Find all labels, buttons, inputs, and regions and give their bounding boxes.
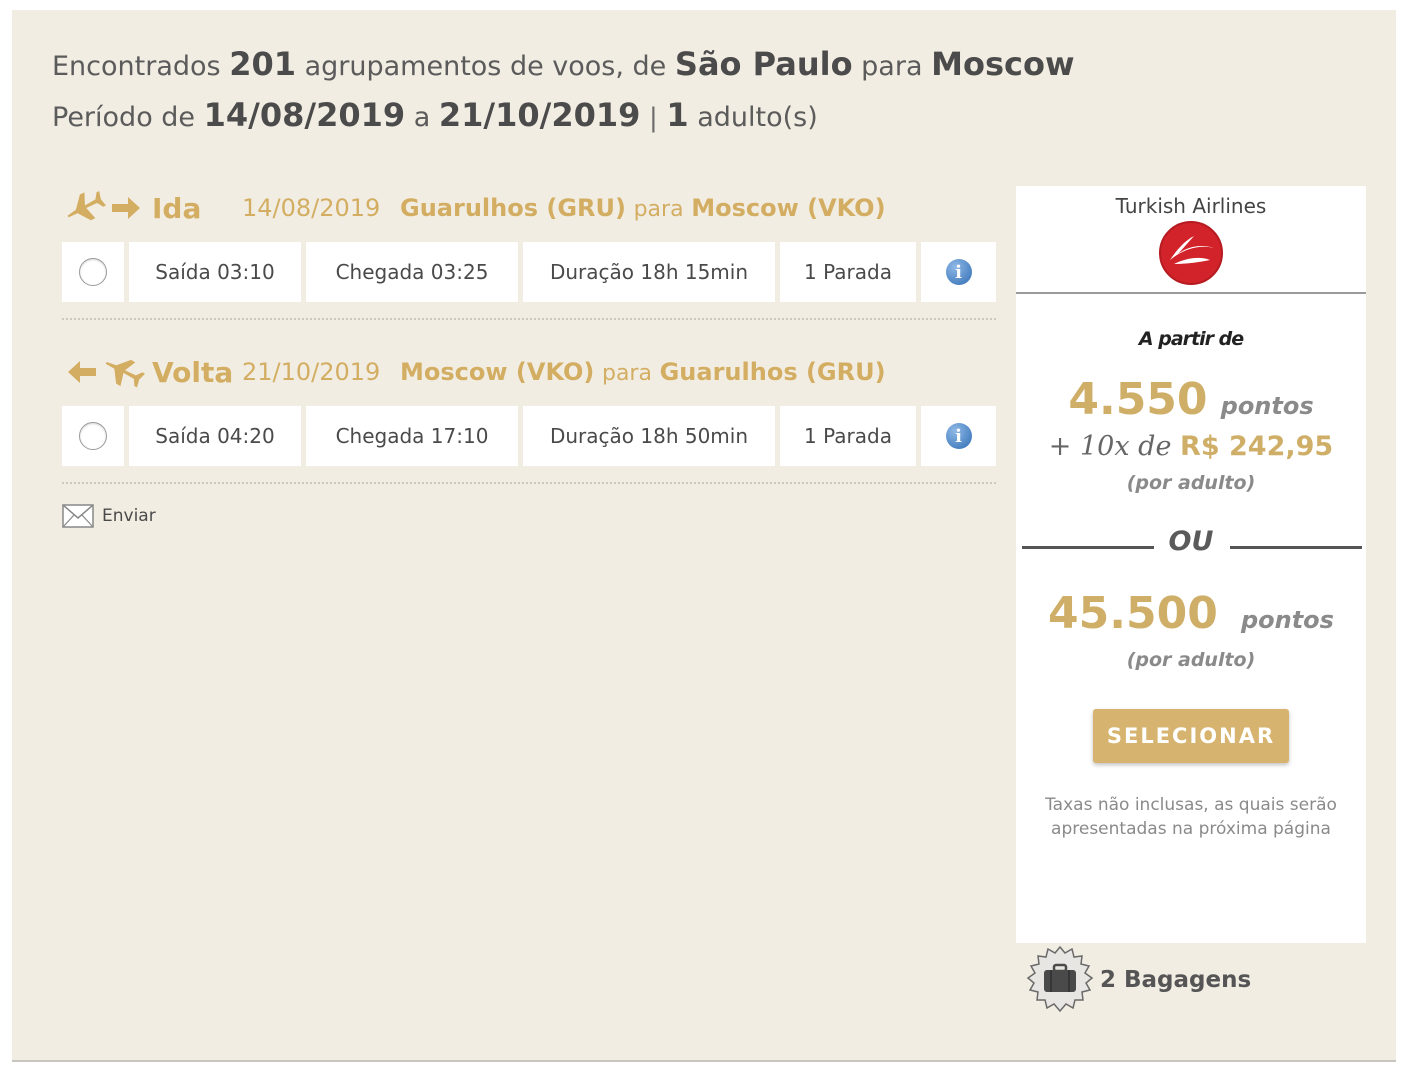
points-unit: pontos — [1240, 606, 1334, 634]
offer-card: Turkish Airlines A partir de 4.550 ponto… — [1016, 186, 1366, 943]
route-to: Guarulhos (GRU) — [659, 358, 886, 386]
route-from: Guarulhos (GRU) — [400, 194, 626, 222]
route-para: para — [633, 197, 684, 222]
outbound-flight-row[interactable]: Saída 03:10 Chegada 03:25 Duração 18h 15… — [62, 242, 996, 302]
outbound-radio[interactable] — [79, 258, 107, 286]
info-icon[interactable]: i — [945, 259, 972, 285]
segment-route: Guarulhos (GRU) para Moscow (VKO) — [400, 194, 886, 222]
stop-count: 1 Parada — [780, 242, 921, 302]
summary-text: para — [861, 51, 923, 82]
start-date: 14/08/2019 — [203, 96, 406, 134]
flight-duration: Duração 18h 50min — [523, 406, 780, 466]
send-link[interactable]: Enviar — [62, 504, 156, 528]
summary-line-2: Período de 14/08/2019 a 21/10/2019 | 1 a… — [52, 91, 1075, 142]
fees-line: apresentadas na próxima página — [1051, 819, 1331, 839]
stop-count: 1 Parada — [780, 406, 921, 466]
info-cell: i — [921, 242, 996, 302]
money-amount: R$ 242,95 — [1180, 431, 1334, 462]
results-panel: Encontrados 201 agrupamentos de voos, de… — [12, 10, 1396, 1062]
summary-text: agrupamentos de voos, de — [304, 51, 667, 82]
points-only-price: 45.500 pontos — [1016, 588, 1366, 639]
route-para: para — [601, 361, 652, 386]
baggage-info: 2 Bagagens — [1024, 944, 1251, 1016]
or-label: OU — [1168, 526, 1214, 557]
origin-city: São Paulo — [674, 45, 853, 83]
result-count: 201 — [229, 45, 296, 83]
separator: | — [648, 103, 658, 133]
fees-line: Taxas não inclusas, as quais serão — [1045, 795, 1337, 815]
per-adult-note: (por adulto) — [1126, 472, 1256, 494]
departure-plane-icon — [62, 186, 148, 230]
airline-header: Turkish Airlines — [1016, 186, 1366, 294]
segment-label: Volta — [152, 355, 234, 389]
arrival-time: Chegada 03:25 — [306, 242, 523, 302]
summary-text: Encontrados — [52, 51, 221, 82]
divider — [62, 482, 996, 484]
inbound-flight-row[interactable]: Saída 04:20 Chegada 17:10 Duração 18h 50… — [62, 406, 996, 466]
points-unit: pontos — [1220, 392, 1314, 420]
inbound-radio[interactable] — [79, 422, 107, 450]
baggage-label: 2 Bagagens — [1100, 967, 1252, 993]
search-summary: Encontrados 201 agrupamentos de voos, de… — [52, 40, 1075, 142]
radio-cell — [62, 242, 129, 302]
points-amount: 4.550 — [1068, 374, 1208, 425]
flight-duration: Duração 18h 15min — [523, 242, 780, 302]
envelope-icon — [62, 504, 94, 528]
end-date: 21/10/2019 — [438, 96, 641, 134]
info-cell: i — [921, 406, 996, 466]
airline-name: Turkish Airlines — [1115, 194, 1267, 218]
segment-date: 21/10/2019 — [242, 358, 381, 386]
select-button[interactable]: SELECIONAR — [1093, 709, 1289, 763]
arrival-time: Chegada 17:10 — [306, 406, 523, 466]
summary-text: adulto(s) — [697, 102, 818, 133]
segment-label: Ida — [152, 191, 202, 225]
or-divider: OU — [1016, 526, 1366, 566]
departure-time: Saída 04:20 — [129, 406, 306, 466]
destination-city: Moscow — [931, 45, 1075, 83]
divider-line — [1022, 546, 1154, 549]
send-label: Enviar — [102, 506, 156, 526]
installment-price: + 10x de R$ 242,95 — [1016, 431, 1366, 462]
from-label: A partir de — [1138, 328, 1244, 350]
departure-time: Saída 03:10 — [129, 242, 306, 302]
summary-text: a — [413, 102, 431, 133]
fees-note: Taxas não inclusas, as quais serão apres… — [1016, 793, 1366, 841]
points-amount: 45.500 — [1048, 588, 1218, 639]
installment-text: + 10x de — [1048, 431, 1172, 462]
per-adult-note: (por adulto) — [1126, 649, 1256, 671]
inbound-header: Volta 21/10/2019 Moscow (VKO) para Guaru… — [62, 350, 886, 394]
info-icon[interactable]: i — [945, 423, 972, 449]
segment-route: Moscow (VKO) para Guarulhos (GRU) — [400, 358, 886, 386]
summary-line-1: Encontrados 201 agrupamentos de voos, de… — [52, 40, 1075, 91]
divider-line — [1230, 546, 1362, 549]
turkish-airlines-logo-icon — [1158, 220, 1224, 286]
route-from: Moscow (VKO) — [400, 358, 595, 386]
route-to: Moscow (VKO) — [691, 194, 886, 222]
adult-count: 1 — [666, 96, 689, 134]
suitcase-icon — [1024, 944, 1096, 1016]
arrival-plane-icon — [62, 350, 148, 394]
outbound-header: Ida 14/08/2019 Guarulhos (GRU) para Mosc… — [62, 186, 886, 230]
divider — [62, 318, 996, 320]
segment-date: 14/08/2019 — [242, 194, 381, 222]
summary-text: Período de — [52, 102, 196, 133]
radio-cell — [62, 406, 129, 466]
points-price: 4.550 pontos — [1016, 374, 1366, 425]
